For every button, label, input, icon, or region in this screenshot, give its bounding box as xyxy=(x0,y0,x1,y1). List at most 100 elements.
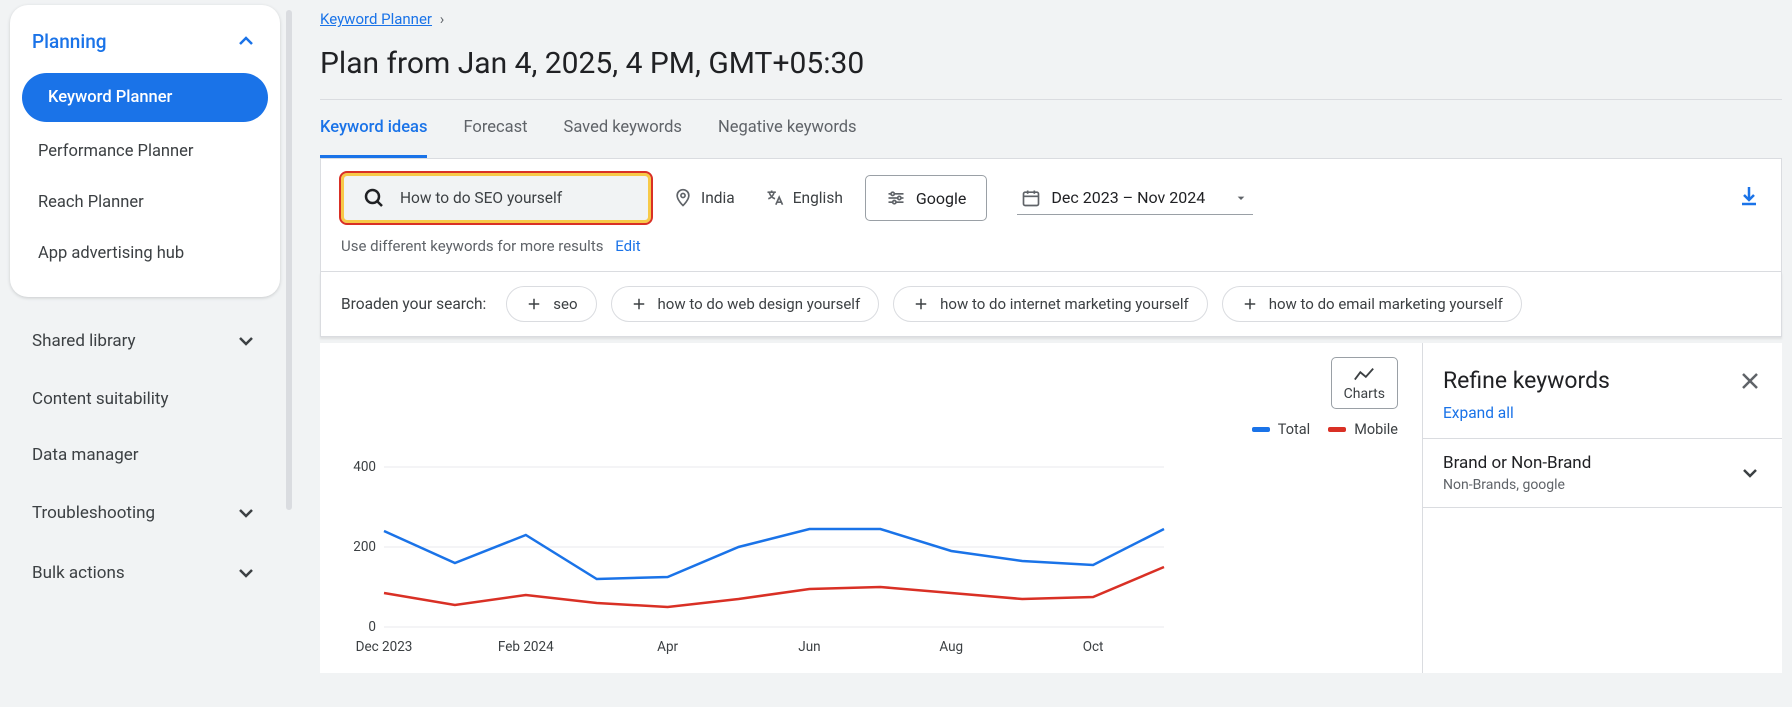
sidebar-item-performance-planner[interactable]: Performance Planner xyxy=(10,126,280,177)
chip-label: how to do internet marketing yourself xyxy=(940,295,1189,313)
sidebar-section-label: Data manager xyxy=(32,445,139,465)
download-button[interactable] xyxy=(1737,184,1761,212)
refine-panel: Refine keywords Expand all Brand or Non-… xyxy=(1422,343,1782,673)
chevron-down-icon xyxy=(234,329,258,353)
sidebar-section-label: Content suitability xyxy=(32,389,169,409)
planning-header[interactable]: Planning xyxy=(10,19,280,69)
sidebar-section-label: Shared library xyxy=(32,331,136,351)
svg-text:Apr: Apr xyxy=(657,639,678,655)
location-pin-icon xyxy=(673,188,693,208)
page-title: Plan from Jan 4, 2025, 4 PM, GMT+05:30 xyxy=(320,46,1782,100)
chart-area: Charts Total Mobile 0 200 400 Dec 2023 Feb 2… xyxy=(320,343,1422,673)
svg-text:Oct: Oct xyxy=(1083,639,1104,655)
tune-icon xyxy=(886,188,906,208)
sidebar-section-bulk-actions[interactable]: Bulk actions xyxy=(10,543,280,603)
main: Keyword Planner › Plan from Jan 4, 2025,… xyxy=(320,10,1782,673)
scrollbar[interactable] xyxy=(286,10,292,510)
tab-negative-keywords[interactable]: Negative keywords xyxy=(718,100,857,158)
legend-label: Total xyxy=(1278,421,1310,438)
tab-saved-keywords[interactable]: Saved keywords xyxy=(564,100,682,158)
tab-forecast[interactable]: Forecast xyxy=(463,100,527,158)
location-value: India xyxy=(701,189,735,207)
chevron-down-icon xyxy=(1738,461,1762,485)
hint-text: Use different keywords for more results xyxy=(341,237,603,255)
language-filter[interactable]: English xyxy=(757,182,851,214)
keyword-search-pill[interactable]: How to do SEO yourself xyxy=(341,173,651,223)
refine-group-brand[interactable]: Brand or Non-Brand Non-Brands, google xyxy=(1423,438,1782,508)
chip-label: seo xyxy=(553,295,577,313)
breadcrumb-root[interactable]: Keyword Planner xyxy=(320,10,432,28)
chevron-down-icon xyxy=(234,561,258,585)
svg-text:200: 200 xyxy=(353,539,376,555)
svg-text:Jun: Jun xyxy=(798,639,820,655)
filters-bar: How to do SEO yourself India English Goo… xyxy=(320,159,1782,272)
refine-group-title: Brand or Non-Brand xyxy=(1443,453,1591,473)
network-value: Google xyxy=(916,189,967,208)
chevron-right-icon: › xyxy=(440,10,445,28)
broaden-label: Broaden your search: xyxy=(341,295,486,313)
trend-chart: 0 200 400 Dec 2023 Feb 2024 Apr Jun Aug Oct xyxy=(344,457,1174,657)
plus-icon xyxy=(1241,295,1259,313)
legend-label: Mobile xyxy=(1354,421,1398,438)
sidebar-item-app-advertising-hub[interactable]: App advertising hub xyxy=(10,228,280,279)
content-row: Charts Total Mobile 0 200 400 Dec 2023 Feb 2… xyxy=(320,343,1782,673)
location-filter[interactable]: India xyxy=(665,182,743,214)
keyword-search-text: How to do SEO yourself xyxy=(400,189,562,207)
chip-label: how to do email marketing yourself xyxy=(1269,295,1503,313)
sidebar-sections: Shared library Content suitability Data … xyxy=(10,297,280,603)
broaden-chip-web-design[interactable]: how to do web design yourself xyxy=(611,286,880,322)
search-icon xyxy=(362,186,386,210)
chip-label: how to do web design yourself xyxy=(658,295,861,313)
sidebar-item-keyword-planner[interactable]: Keyword Planner xyxy=(22,73,268,122)
sidebar-section-content-suitability[interactable]: Content suitability xyxy=(10,371,280,427)
sidebar-item-reach-planner[interactable]: Reach Planner xyxy=(10,177,280,228)
download-icon xyxy=(1737,184,1761,208)
refine-group-subtitle: Non-Brands, google xyxy=(1443,477,1591,493)
sidebar-section-data-manager[interactable]: Data manager xyxy=(10,427,280,483)
date-range-filter[interactable]: Dec 2023 – Nov 2024 xyxy=(1017,182,1253,215)
chevron-down-icon xyxy=(234,501,258,525)
charts-btn-label: Charts xyxy=(1344,386,1385,402)
caret-down-icon xyxy=(1233,190,1249,206)
svg-text:Feb 2024: Feb 2024 xyxy=(498,639,554,655)
broaden-bar: Broaden your search: seo how to do web d… xyxy=(320,272,1782,337)
svg-text:400: 400 xyxy=(353,459,376,475)
chevron-up-icon xyxy=(234,29,258,53)
broaden-chip-internet-marketing[interactable]: how to do internet marketing yourself xyxy=(893,286,1208,322)
tabs: Keyword ideas Forecast Saved keywords Ne… xyxy=(320,100,1782,159)
legend-total[interactable]: Total xyxy=(1252,421,1310,438)
network-filter[interactable]: Google xyxy=(865,175,988,221)
svg-text:0: 0 xyxy=(368,619,376,635)
tab-keyword-ideas[interactable]: Keyword ideas xyxy=(320,100,427,158)
breadcrumb: Keyword Planner › xyxy=(320,10,1782,28)
broaden-chip-seo[interactable]: seo xyxy=(506,286,596,322)
plus-icon xyxy=(630,295,648,313)
sidebar-section-shared-library[interactable]: Shared library xyxy=(10,311,280,371)
sidebar-section-troubleshooting[interactable]: Troubleshooting xyxy=(10,483,280,543)
language-value: English xyxy=(793,189,843,207)
svg-text:Dec 2023: Dec 2023 xyxy=(356,639,413,655)
swatch-mobile xyxy=(1328,427,1346,432)
line-chart-icon xyxy=(1353,366,1375,384)
svg-text:Aug: Aug xyxy=(939,639,963,655)
date-range-value: Dec 2023 – Nov 2024 xyxy=(1051,188,1205,207)
sidebar-section-label: Bulk actions xyxy=(32,563,125,583)
legend-mobile[interactable]: Mobile xyxy=(1328,421,1398,438)
swatch-total xyxy=(1252,427,1270,432)
planning-card: Planning Keyword Planner Performance Pla… xyxy=(10,5,280,297)
hint-edit-link[interactable]: Edit xyxy=(615,237,640,255)
sidebar: Planning Keyword Planner Performance Pla… xyxy=(10,5,280,603)
refine-title: Refine keywords xyxy=(1443,367,1610,394)
calendar-icon xyxy=(1021,188,1041,208)
sidebar-section-label: Troubleshooting xyxy=(32,503,155,523)
chart-legend: Total Mobile xyxy=(1252,421,1398,438)
broaden-chip-email-marketing[interactable]: how to do email marketing yourself xyxy=(1222,286,1522,322)
planning-label: Planning xyxy=(32,30,107,53)
plus-icon xyxy=(912,295,930,313)
charts-toggle-button[interactable]: Charts xyxy=(1331,357,1398,409)
expand-all-link[interactable]: Expand all xyxy=(1423,404,1782,438)
hint-row: Use different keywords for more results … xyxy=(321,237,1781,271)
translate-icon xyxy=(765,188,785,208)
plus-icon xyxy=(525,295,543,313)
close-icon[interactable] xyxy=(1738,369,1762,393)
